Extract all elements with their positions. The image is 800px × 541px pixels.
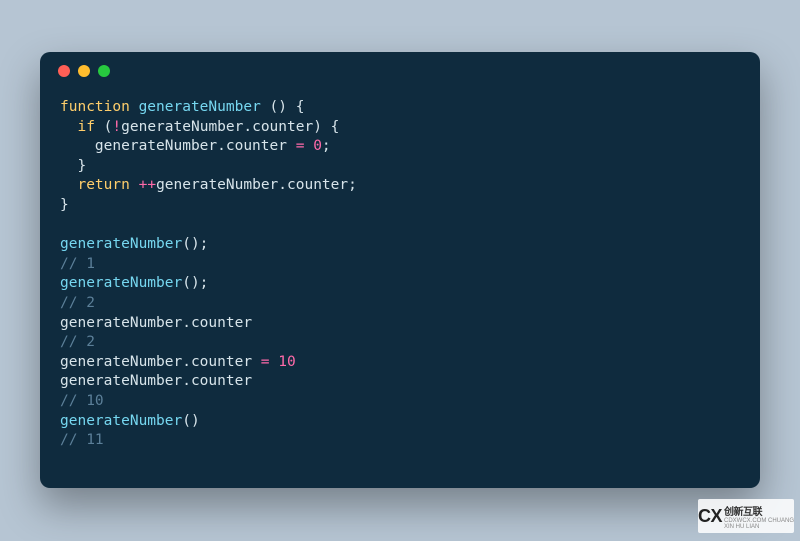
watermark-logo: CX 创新互联 CDXWCX.COM CHUANG XIN HU LIAN: [698, 499, 794, 533]
code-window: function generateNumber () { if (!genera…: [40, 52, 760, 488]
comment: // 1: [60, 256, 95, 272]
watermark-subtext: CDXWCX.COM CHUANG XIN HU LIAN: [724, 518, 794, 530]
function-call: generateNumber: [60, 236, 182, 252]
window-titlebar: [40, 52, 760, 90]
keyword: function: [60, 99, 130, 115]
watermark-logo-mark: CX: [698, 506, 722, 527]
comment: // 2: [60, 334, 95, 350]
function-call: generateNumber: [60, 275, 182, 291]
comment: // 2: [60, 295, 95, 311]
function-call: generateNumber: [60, 413, 182, 429]
comment: // 11: [60, 432, 104, 448]
keyword: return: [77, 177, 129, 193]
minimize-icon[interactable]: [78, 65, 90, 77]
code-block: function generateNumber () { if (!genera…: [40, 90, 760, 467]
watermark-text: 创新互联: [724, 507, 762, 518]
keyword: if: [77, 119, 94, 135]
function-name: generateNumber: [139, 99, 261, 115]
comment: // 10: [60, 393, 104, 409]
close-icon[interactable]: [58, 65, 70, 77]
maximize-icon[interactable]: [98, 65, 110, 77]
